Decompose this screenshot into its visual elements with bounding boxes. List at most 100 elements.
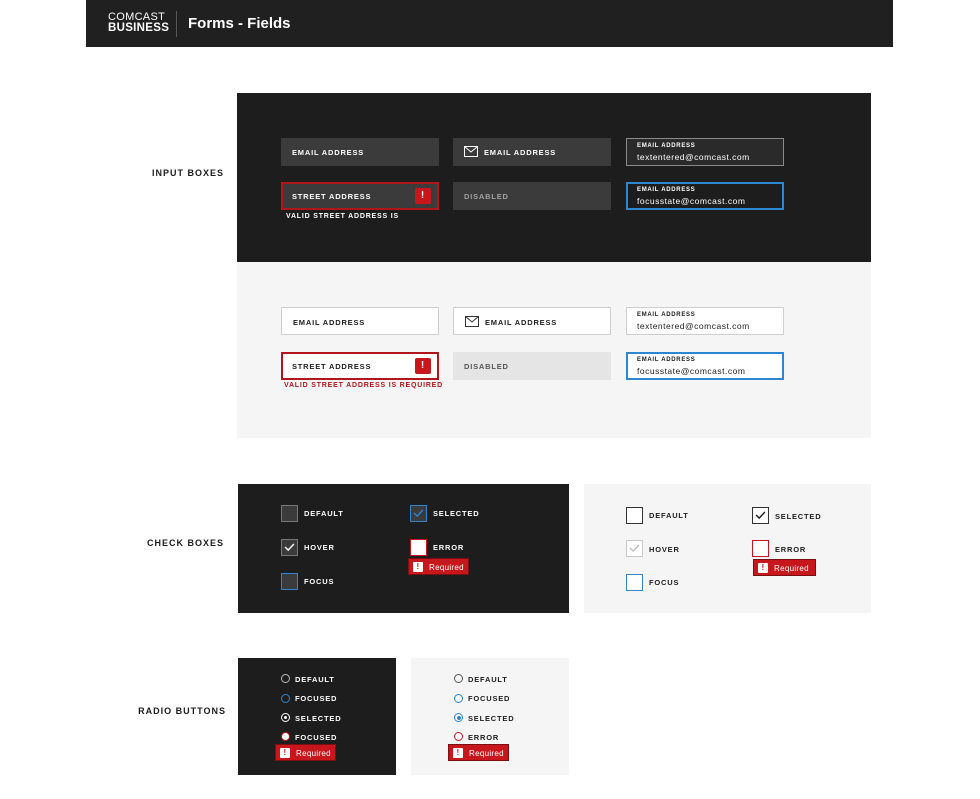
radio-selected-label: SELECTED xyxy=(295,714,342,723)
radio-error-label: FOCUSED xyxy=(295,733,338,742)
disabled-field: DISABLED xyxy=(453,182,611,210)
checkmark-icon xyxy=(284,543,295,552)
radio-error[interactable] xyxy=(281,732,290,741)
email-field-placeholder: EMAIL ADDRESS xyxy=(485,318,558,327)
checkbox-error[interactable] xyxy=(410,539,427,556)
input-boxes-dark-panel: EMAIL ADDRESS EMAIL ADDRESS EMAIL ADDRES… xyxy=(237,93,871,262)
email-field-value: focusstate@comcast.com xyxy=(637,366,746,376)
error-alert-icon: ! xyxy=(415,358,431,374)
comcast-business-logo[interactable]: COMCAST BUSINESS xyxy=(108,12,169,34)
email-field-placeholder: EMAIL ADDRESS xyxy=(293,318,366,327)
radio-selected-label: SELECTED xyxy=(468,714,515,723)
checkbox-focus[interactable] xyxy=(281,573,298,590)
disabled-field: DISABLED xyxy=(453,352,611,380)
radio-focused[interactable] xyxy=(454,694,463,703)
checkbox-error[interactable] xyxy=(752,540,769,557)
street-address-field-error[interactable]: STREET ADDRESS ! xyxy=(281,352,439,380)
disabled-field-placeholder: DISABLED xyxy=(464,362,509,371)
email-field-with-icon[interactable]: EMAIL ADDRESS xyxy=(453,307,611,335)
radio-buttons-dark-panel: DEFAULT FOCUSED SELECTED FOCUSED ! Requi… xyxy=(238,658,396,775)
checkbox-hover[interactable] xyxy=(281,539,298,556)
required-error-tooltip: ! Required xyxy=(408,558,469,575)
radio-selected-dot xyxy=(284,716,287,719)
checkbox-default[interactable] xyxy=(626,507,643,524)
checkbox-default-label: DEFAULT xyxy=(304,509,344,518)
email-field-value: textentered@comcast.com xyxy=(637,321,750,331)
radio-selected[interactable] xyxy=(281,713,290,722)
radio-focused-label: FOCUSED xyxy=(295,694,338,703)
checkbox-hover[interactable] xyxy=(626,540,643,557)
email-field-label: EMAIL ADDRESS xyxy=(637,187,696,193)
checkbox-selected-label: SELECTED xyxy=(433,509,480,518)
radio-default-label: DEFAULT xyxy=(468,675,508,684)
email-field-filled[interactable]: EMAIL ADDRESS textentered@comcast.com xyxy=(626,307,784,335)
checkbox-focus-label: FOCUS xyxy=(304,577,335,586)
section-label-input-boxes: INPUT BOXES xyxy=(151,168,224,178)
app-header: COMCAST BUSINESS Forms - Fields xyxy=(86,0,893,47)
checkbox-error-label: ERROR xyxy=(433,543,465,552)
email-field-with-icon[interactable]: EMAIL ADDRESS xyxy=(453,138,611,166)
checkbox-error-label: ERROR xyxy=(775,545,807,554)
radio-focused-label: FOCUSED xyxy=(468,694,511,703)
checkmark-icon xyxy=(629,544,640,553)
radio-focused[interactable] xyxy=(281,694,290,703)
mail-icon xyxy=(465,316,479,327)
input-boxes-light-panel: EMAIL ADDRESS EMAIL ADDRESS EMAIL ADDRES… xyxy=(237,262,871,438)
radio-error-label: ERROR xyxy=(468,733,500,742)
email-field-default[interactable]: EMAIL ADDRESS xyxy=(281,138,439,166)
page-title: Forms - Fields xyxy=(188,15,291,32)
error-alert-icon: ! xyxy=(280,748,290,758)
required-text: Required xyxy=(774,564,809,573)
email-field-label: EMAIL ADDRESS xyxy=(637,143,696,149)
checkbox-hover-label: HOVER xyxy=(304,543,335,552)
radio-selected-dot xyxy=(456,715,461,720)
checkbox-selected[interactable] xyxy=(752,507,769,524)
error-alert-icon: ! xyxy=(413,562,423,572)
check-boxes-light-panel: DEFAULT HOVER FOCUS SELECTED ERROR ! Req… xyxy=(584,484,871,613)
street-address-placeholder: STREET ADDRESS xyxy=(292,192,372,201)
email-field-default[interactable]: EMAIL ADDRESS xyxy=(281,307,439,335)
street-address-error-message: VALID STREET ADDRESS IS REQUIRED xyxy=(284,382,444,389)
error-alert-icon: ! xyxy=(758,563,768,573)
section-label-radio-buttons: RADIO BUTTONS xyxy=(138,706,226,716)
header-divider xyxy=(176,11,177,37)
check-boxes-dark-panel: DEFAULT HOVER FOCUS SELECTED ERROR ! Req… xyxy=(238,484,569,613)
required-error-tooltip: ! Required xyxy=(448,744,509,761)
required-error-tooltip: ! Required xyxy=(275,744,336,761)
checkbox-focus[interactable] xyxy=(626,574,643,591)
checkmark-icon xyxy=(755,511,766,520)
checkbox-selected[interactable] xyxy=(410,505,427,522)
error-alert-icon: ! xyxy=(415,188,431,204)
email-field-value: textentered@comcast.com xyxy=(637,152,750,162)
email-field-focused[interactable]: EMAIL ADDRESS focusstate@comcast.com xyxy=(626,182,784,210)
required-text: Required xyxy=(296,749,331,758)
required-text: Required xyxy=(429,563,464,572)
disabled-field-placeholder: DISABLED xyxy=(464,192,509,201)
street-address-error-message: VALID STREET ADDRESS IS xyxy=(286,213,399,220)
radio-default-label: DEFAULT xyxy=(295,675,335,684)
email-field-label: EMAIL ADDRESS xyxy=(637,357,696,363)
required-error-tooltip: ! Required xyxy=(753,559,816,576)
email-field-label: EMAIL ADDRESS xyxy=(637,312,696,318)
radio-buttons-light-panel: DEFAULT FOCUSED SELECTED ERROR ! Require… xyxy=(411,658,569,775)
checkbox-focus-label: FOCUS xyxy=(649,578,680,587)
section-label-check-boxes: CHECK BOXES xyxy=(146,538,224,548)
checkbox-default[interactable] xyxy=(281,505,298,522)
error-alert-icon: ! xyxy=(453,748,463,758)
checkbox-selected-label: SELECTED xyxy=(775,512,822,521)
checkbox-default-label: DEFAULT xyxy=(649,511,689,520)
required-text: Required xyxy=(469,749,504,758)
email-field-value: focusstate@comcast.com xyxy=(637,196,746,206)
street-address-field-error[interactable]: STREET ADDRESS ! xyxy=(281,182,439,210)
radio-error[interactable] xyxy=(454,732,463,741)
mail-icon xyxy=(464,146,478,157)
email-field-placeholder: EMAIL ADDRESS xyxy=(484,148,557,157)
email-field-filled[interactable]: EMAIL ADDRESS textentered@comcast.com xyxy=(626,138,784,166)
logo-line2: BUSINESS xyxy=(108,22,170,34)
email-field-focused[interactable]: EMAIL ADDRESS focusstate@comcast.com xyxy=(626,352,784,380)
checkbox-hover-label: HOVER xyxy=(649,545,680,554)
radio-default[interactable] xyxy=(454,674,463,683)
radio-default[interactable] xyxy=(281,674,290,683)
checkmark-icon xyxy=(413,509,424,518)
radio-selected[interactable] xyxy=(454,713,463,722)
